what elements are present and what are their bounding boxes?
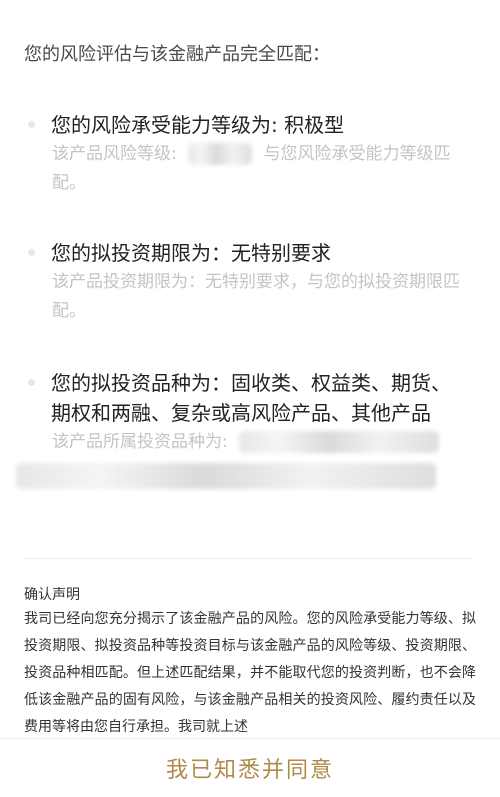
bullet-dot-icon: [28, 379, 35, 386]
risk-match-tail: 配。: [52, 173, 86, 193]
risk-level-text: 您的风险承受能力等级为: 积极型: [51, 113, 345, 137]
investment-type-detail: 该产品所属投资品种为:: [52, 428, 464, 457]
redacted-product-type-cont: [16, 463, 436, 489]
redacted-risk-level: [188, 143, 253, 165]
section-divider: [24, 558, 472, 559]
agree-button[interactable]: 我已知悉并同意: [0, 738, 500, 797]
investment-period-text: 您的拟投资期限为：无特别要求: [51, 241, 331, 265]
risk-level-item: 您的风险承受能力等级为: 积极型 该产品风险等级: 与您风险承受能力等级匹 配。: [24, 110, 464, 198]
risk-level-detail: 该产品风险等级: 与您风险承受能力等级匹 配。: [52, 140, 464, 198]
product-type-label: 该产品所属投资品种为:: [52, 432, 228, 452]
statement-title: 确认声明: [24, 587, 80, 603]
investment-type-text: 您的拟投资品种为：固收类、权益类、期货、期权和两融、复杂或高风险产品、其他产品: [51, 371, 451, 425]
bullet-dot-icon: [28, 121, 35, 128]
redacted-product-type: [239, 431, 440, 453]
bullet-dot-icon: [28, 249, 35, 256]
investment-period-item: 您的拟投资期限为：无特别要求 该产品投资期限为：无特别要求，与您的拟投资期限匹配…: [24, 238, 464, 326]
match-summary-heading: 您的风险评估与该金融产品完全匹配：: [24, 44, 330, 65]
product-risk-label: 该产品风险等级:: [52, 144, 177, 164]
investment-period-detail: 该产品投资期限为：无特别要求，与您的拟投资期限匹配。: [52, 272, 460, 321]
statement-body: 我司已经向您充分揭示了该金融产品的风险。您的风险承受能力等级、拟投资期限、拟投资…: [24, 611, 476, 735]
risk-match-text: 与您风险承受能力等级匹: [263, 144, 451, 164]
investment-type-item: 您的拟投资品种为：固收类、权益类、期货、期权和两融、复杂或高风险产品、其他产品 …: [16, 368, 464, 489]
